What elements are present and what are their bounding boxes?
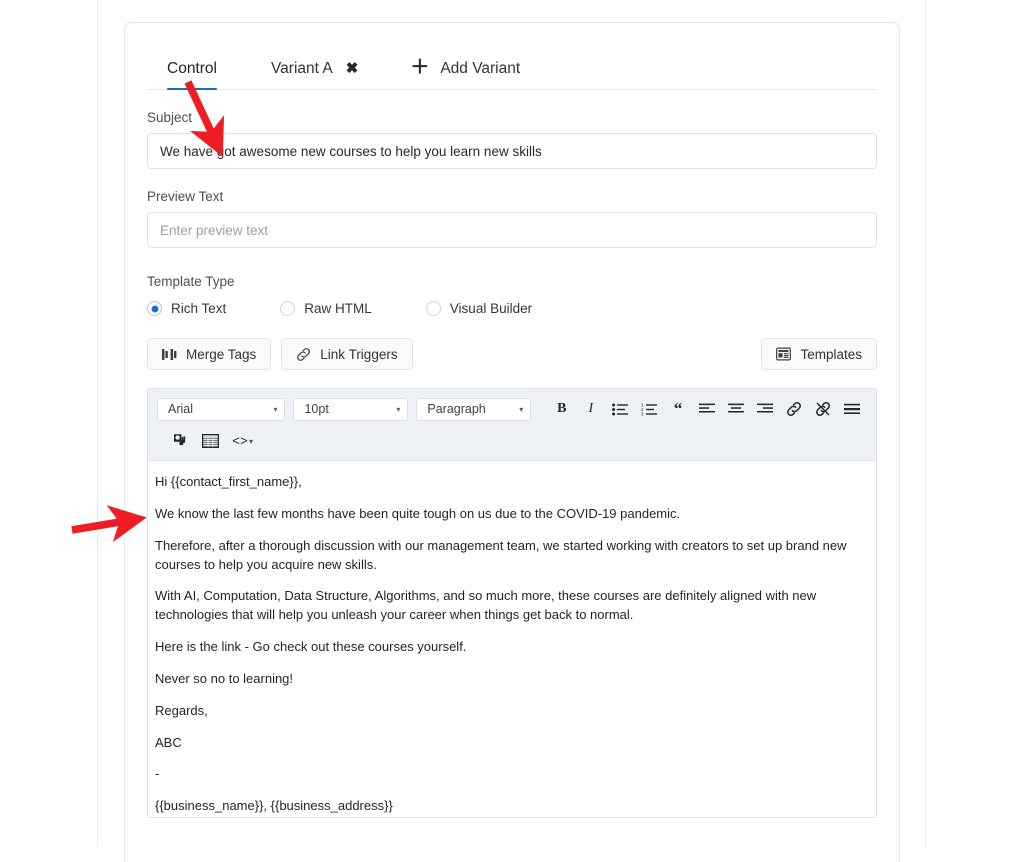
radio-raw-html-label: Raw HTML	[304, 301, 372, 316]
horizontal-rule-icon[interactable]	[838, 397, 867, 421]
radio-dot-icon	[425, 301, 441, 316]
bullet-list-icon[interactable]	[605, 397, 634, 421]
insert-table-icon[interactable]	[195, 429, 225, 453]
rich-text-editor: Arial ▾ 10pt ▾ Paragraph ▾ B I 1 2 3 “ <…	[147, 388, 877, 818]
editor-toolbar: Arial ▾ 10pt ▾ Paragraph ▾ B I 1 2 3 “ <…	[148, 389, 876, 461]
page-gutter-right	[925, 0, 926, 847]
plus-icon: ＋	[410, 57, 430, 78]
remove-link-icon[interactable]	[809, 397, 838, 421]
align-center-icon[interactable]	[722, 397, 751, 421]
tab-control[interactable]: Control	[167, 60, 217, 90]
radio-rich-text[interactable]: Rich Text	[147, 301, 226, 316]
arrow-to-editor-body	[71, 505, 147, 543]
radio-dot-icon	[280, 301, 296, 316]
subject-input[interactable]: We have got awesome new courses to help …	[147, 133, 877, 169]
blockquote-icon[interactable]: “	[664, 397, 693, 421]
editor-paragraph: ABC	[155, 734, 182, 750]
email-composer-card: Control Variant A ✖ ＋ Add Variant Subjec…	[124, 22, 900, 862]
link-triggers-button[interactable]: Link Triggers	[281, 338, 413, 370]
editor-paragraph: Therefore, after a thorough discussion w…	[155, 537, 847, 572]
editor-paragraph: {{business_name}}, {{business_address}}	[155, 798, 393, 814]
editor-paragraph: We know the last few months have been qu…	[155, 505, 681, 521]
editor-paragraph: Hi {{contact_first_name}},	[155, 474, 302, 489]
editor-paragraph: Here is the link - Go check out these co…	[155, 639, 467, 655]
insert-image-icon[interactable]	[165, 429, 195, 453]
font-size-value: 10pt	[304, 402, 329, 416]
font-size-select[interactable]: 10pt ▾	[293, 397, 409, 421]
radio-visual-builder[interactable]: Visual Builder	[425, 301, 533, 316]
link-icon	[296, 347, 311, 362]
font-family-value: Arial	[168, 402, 194, 416]
italic-icon[interactable]: I	[576, 397, 605, 421]
editor-action-buttons: Merge Tags Link Triggers Templates	[147, 338, 877, 370]
tab-control-label: Control	[167, 60, 217, 77]
editor-toolbar-row-2: <> ▾	[157, 429, 867, 453]
tab-variant-a[interactable]: Variant A ✖	[271, 60, 358, 89]
block-format-value: Paragraph	[427, 402, 486, 416]
chevron-down-icon: ▾	[273, 404, 278, 414]
editor-toolbar-row-1: Arial ▾ 10pt ▾ Paragraph ▾ B I 1 2 3 “	[157, 397, 867, 421]
subject-field-block: Subject We have got awesome new courses …	[147, 110, 877, 169]
template-type-radio-group: Rich Text Raw HTML Visual Builder	[147, 301, 877, 316]
preview-text-field-block: Preview Text Enter preview text	[147, 189, 877, 248]
preview-text-input[interactable]: Enter preview text	[147, 212, 877, 248]
merge-tags-label: Merge Tags	[186, 346, 257, 362]
template-type-label: Template Type	[147, 274, 235, 289]
merge-tags-button[interactable]: Merge Tags	[147, 338, 272, 370]
tab-variant-a-label: Variant A	[270, 60, 333, 77]
align-right-icon[interactable]	[751, 397, 780, 421]
templates-label: Templates	[800, 346, 862, 362]
editor-paragraph: Regards,	[155, 702, 208, 718]
block-format-select[interactable]: Paragraph ▾	[416, 397, 532, 421]
close-icon[interactable]: ✖	[346, 61, 359, 76]
preview-text-label: Preview Text	[147, 189, 224, 204]
bold-icon[interactable]: B	[547, 397, 576, 421]
merge-tags-icon	[162, 348, 177, 361]
link-triggers-label: Link Triggers	[320, 346, 398, 362]
add-variant-button[interactable]: ＋ Add Variant	[410, 57, 521, 89]
chevron-down-icon[interactable]: ▾	[249, 437, 253, 446]
svg-text:3: 3	[641, 411, 644, 415]
editor-paragraph: -	[155, 766, 160, 782]
font-family-select[interactable]: Arial ▾	[157, 397, 286, 421]
radio-rich-text-label: Rich Text	[171, 301, 227, 316]
chevron-down-icon: ▾	[519, 404, 524, 414]
radio-visual-builder-label: Visual Builder	[449, 301, 533, 316]
radio-dot-icon	[147, 301, 162, 316]
templates-icon	[776, 347, 792, 361]
editor-paragraph: Never so no to learning!	[155, 670, 294, 686]
add-variant-label: Add Variant	[440, 60, 521, 77]
radio-raw-html[interactable]: Raw HTML	[280, 301, 372, 316]
insert-link-icon[interactable]	[780, 397, 809, 421]
templates-button[interactable]: Templates	[761, 338, 877, 370]
subject-label: Subject	[147, 110, 193, 125]
align-left-icon[interactable]	[693, 397, 722, 421]
editor-paragraph: With AI, Computation, Data Structure, Al…	[155, 588, 817, 623]
page-gutter-left	[97, 0, 98, 847]
editor-body[interactable]: Hi {{contact_first_name}}, We know the l…	[148, 461, 876, 817]
variant-tabs: Control Variant A ✖ ＋ Add Variant	[147, 23, 877, 90]
template-type-block: Template Type Rich Text Raw HTML Visual …	[147, 274, 877, 316]
chevron-down-icon: ▾	[396, 404, 401, 414]
numbered-list-icon[interactable]: 1 2 3	[634, 397, 663, 421]
